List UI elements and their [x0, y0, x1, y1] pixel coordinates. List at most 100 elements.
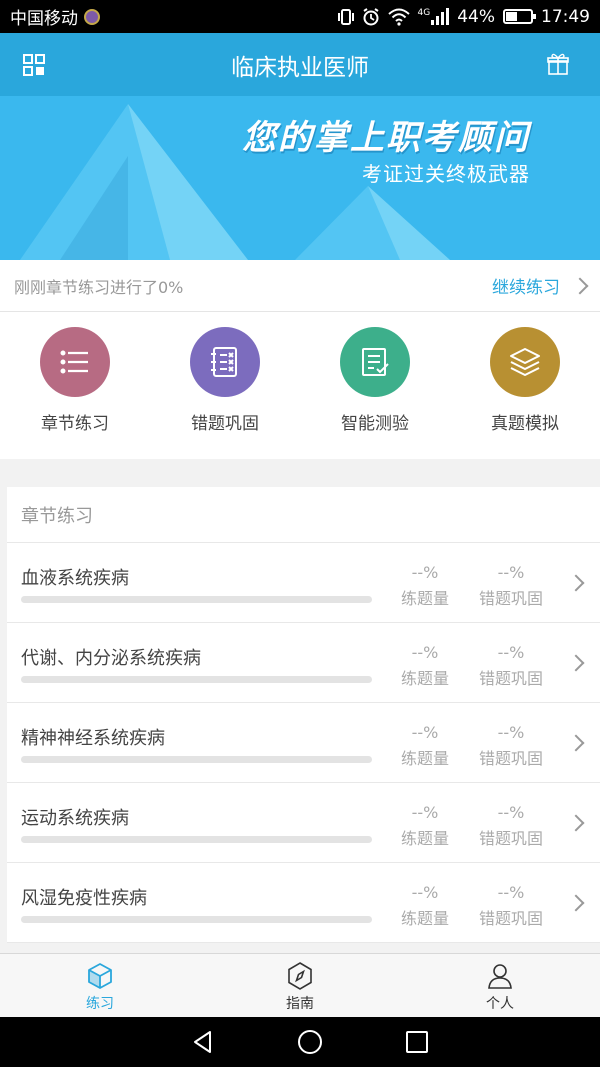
- status-bar: 中国移动 4G 44% 17:49: [0, 0, 600, 33]
- chapter-progress-bar: [21, 836, 372, 843]
- chevron-right-icon: [567, 734, 585, 752]
- chapter-row[interactable]: 代谢、内分泌系统疾病 --% 练题量 --% 错题巩固: [7, 623, 600, 703]
- page-title: 临床执业医师: [231, 54, 369, 81]
- person-icon: [488, 964, 512, 989]
- wrong-review-label: 错题巩固: [478, 589, 543, 608]
- tab-label: 指南: [286, 996, 314, 1012]
- wrong-review-value: --%: [497, 643, 525, 662]
- progress-message: 刚刚章节练习进行了0%: [14, 277, 184, 297]
- wrong-review-stat: --% 错题巩固: [471, 883, 551, 929]
- chapter-list: 血液系统疾病 --% 练题量 --% 错题巩固 代谢、内分泌系统疾病 --% 练题量 --% 错题…: [7, 543, 600, 943]
- chevron-right-icon: [567, 894, 585, 912]
- status-indicators: 4G 44% 17:49: [337, 6, 590, 27]
- chapter-name: 代谢、内分泌系统疾病: [21, 648, 201, 669]
- chevron-right-icon: [567, 574, 585, 592]
- continue-practice-link[interactable]: 继续练习: [492, 273, 560, 298]
- chapter-section: 章节练习 血液系统疾病 --% 练题量 --% 错题巩固 代谢、内分泌系统疾病 --% 练题量…: [7, 487, 600, 943]
- tab-guide[interactable]: 指南: [200, 954, 400, 1017]
- practice-count-label: 练题量: [400, 829, 449, 848]
- chapter-name: 精神神经系统疾病: [21, 728, 165, 749]
- chevron-right-icon: [567, 654, 585, 672]
- battery-percent: 44%: [457, 6, 495, 27]
- practice-count-value: --%: [411, 803, 439, 822]
- chapter-row[interactable]: 血液系统疾病 --% 练题量 --% 错题巩固: [7, 543, 600, 623]
- feature-label: 真题模拟: [491, 414, 559, 434]
- wifi-icon: [387, 8, 410, 26]
- wrong-review-label: 错题巩固: [478, 829, 543, 848]
- chapter-progress-bar: [21, 596, 372, 603]
- bottom-tab-bar: 练习 指南 个人: [0, 953, 600, 1017]
- alarm-icon: [362, 7, 379, 25]
- cube-icon: [88, 963, 112, 989]
- chapter-name: 运动系统疾病: [21, 808, 129, 829]
- chevron-right-icon: [571, 277, 589, 294]
- wrong-review-stat: --% 错题巩固: [471, 803, 551, 849]
- wrong-review-value: --%: [497, 723, 525, 742]
- feature-smart-quiz[interactable]: 智能测验: [300, 312, 450, 459]
- chapter-name: 血液系统疾病: [21, 568, 129, 589]
- cell-signal-icon: 4G: [417, 7, 450, 25]
- network-type: 4G: [417, 7, 431, 18]
- practice-count-label: 练题量: [400, 669, 449, 688]
- chapter-row[interactable]: 精神神经系统疾病 --% 练题量 --% 错题巩固: [7, 703, 600, 783]
- chapter-name: 风湿免疫性疾病: [21, 888, 147, 909]
- feature-wrong-review[interactable]: 错题巩固: [150, 312, 300, 459]
- practice-count-value: --%: [411, 643, 439, 662]
- carrier-name: 中国移动: [10, 9, 78, 29]
- feature-label: 章节练习: [41, 414, 109, 434]
- practice-count-stat: --% 练题量: [385, 803, 465, 849]
- tab-profile[interactable]: 个人: [400, 954, 600, 1017]
- promo-banner[interactable]: 您的掌上职考顾问 考证过关终极武器: [0, 96, 600, 260]
- app-header: 临床执业医师: [0, 33, 600, 96]
- vibrate-icon: [337, 8, 354, 25]
- tab-label: 练习: [86, 996, 114, 1012]
- wrong-review-label: 错题巩固: [478, 749, 543, 768]
- banner-headline: 您的掌上职考顾问: [242, 118, 530, 158]
- practice-count-value: --%: [411, 723, 439, 742]
- feature-grid: 章节练习 错题巩固 智能测验 真题模拟: [0, 312, 600, 459]
- wrong-review-stat: --% 错题巩固: [471, 643, 551, 689]
- practice-count-label: 练题量: [400, 589, 449, 608]
- feature-label: 错题巩固: [191, 414, 259, 434]
- feature-chapter-practice[interactable]: 章节练习: [0, 312, 150, 459]
- tab-label: 个人: [486, 996, 514, 1012]
- practice-count-value: --%: [411, 563, 439, 582]
- practice-count-stat: --% 练题量: [385, 723, 465, 769]
- practice-count-label: 练题量: [400, 749, 449, 768]
- wrong-review-stat: --% 错题巩固: [471, 563, 551, 609]
- wrong-review-label: 错题巩固: [478, 909, 543, 928]
- chapter-row[interactable]: 运动系统疾病 --% 练题量 --% 错题巩固: [7, 783, 600, 863]
- system-nav-bar: [0, 1017, 600, 1067]
- wrong-review-value: --%: [497, 803, 525, 822]
- layers-icon: [490, 327, 560, 397]
- wrong-review-stat: --% 错题巩固: [471, 723, 551, 769]
- recents-icon[interactable]: [403, 1028, 431, 1056]
- chevron-right-icon: [567, 814, 585, 832]
- chapter-row[interactable]: 风湿免疫性疾病 --% 练题量 --% 错题巩固: [7, 863, 600, 943]
- chapter-progress-bar: [21, 916, 372, 923]
- gift-icon[interactable]: [546, 52, 570, 76]
- chapter-progress-bar: [21, 676, 372, 683]
- wrong-review-value: --%: [497, 883, 525, 902]
- practice-count-stat: --% 练题量: [385, 563, 465, 609]
- grid-menu-icon[interactable]: [22, 53, 46, 77]
- banner-subline: 考证过关终极武器: [362, 162, 530, 186]
- home-icon[interactable]: [296, 1028, 324, 1056]
- feature-past-exam[interactable]: 真题模拟: [450, 312, 600, 459]
- progress-notice[interactable]: 刚刚章节练习进行了0% 继续练习: [0, 260, 600, 312]
- app-notification-icon: [84, 8, 100, 25]
- list-icon: [40, 327, 110, 397]
- tab-practice[interactable]: 练习: [0, 954, 200, 1017]
- feature-label: 智能测验: [341, 414, 409, 434]
- back-icon[interactable]: [189, 1028, 217, 1056]
- wrong-review-value: --%: [497, 563, 525, 582]
- practice-count-stat: --% 练题量: [385, 643, 465, 689]
- compass-icon: [288, 962, 312, 990]
- wrong-notebook-icon: [190, 327, 260, 397]
- carrier-group: 中国移动: [10, 4, 100, 29]
- practice-count-value: --%: [411, 883, 439, 902]
- section-title: 章节练习: [7, 487, 600, 543]
- wrong-review-label: 错题巩固: [478, 669, 543, 688]
- chapter-progress-bar: [21, 756, 372, 763]
- practice-count-label: 练题量: [400, 909, 449, 928]
